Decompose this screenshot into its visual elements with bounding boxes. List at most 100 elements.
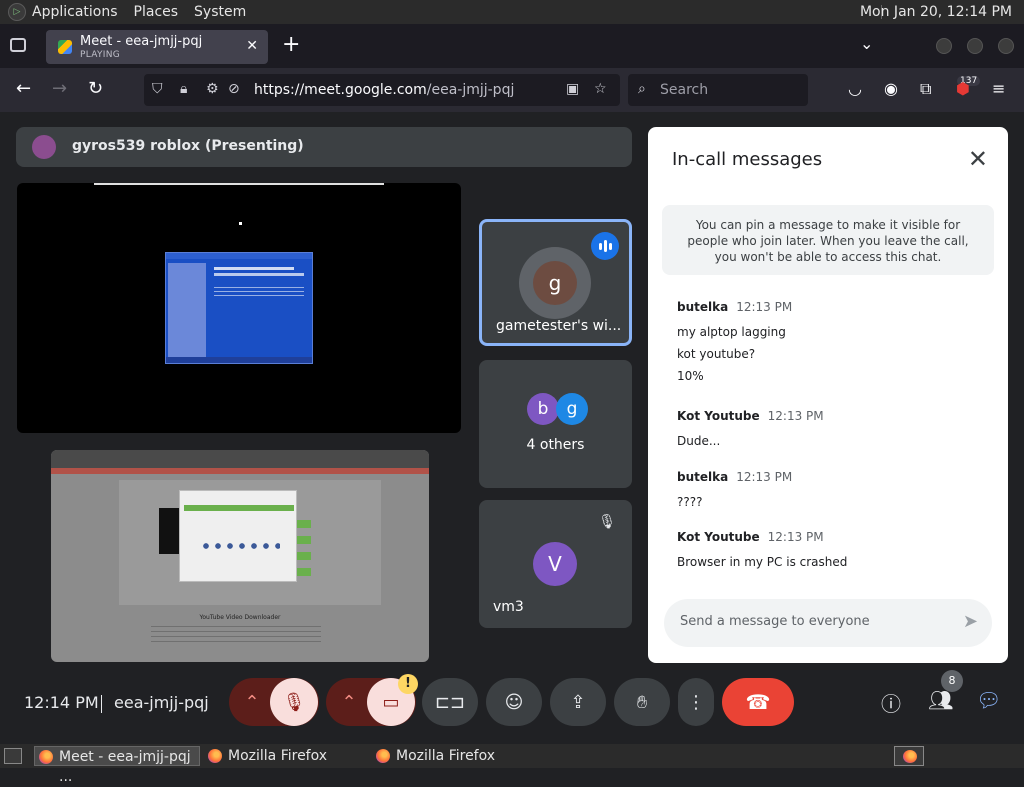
presenter-label: gyros539 roblox (Presenting) [72,138,304,154]
presenter-avatar [32,135,56,159]
message-sender: butelka [677,300,729,314]
present-screen-button[interactable]: ⇪ [550,678,606,726]
screen-line [94,183,384,185]
message-group: Kot Youtube 12:13 PM Dude... [677,405,824,448]
participant-name: gametester's wi... [496,318,622,334]
message-text: ???? [677,495,703,509]
search-placeholder: Search [660,82,709,98]
shared-page-caption: YouTube Video Downloader [199,614,281,621]
tab-title: Meet - eea-jmjj-pqj [80,34,203,49]
mic-options-chevron-icon[interactable]: ⌃ [229,678,275,726]
others-count-label: 4 others [526,437,585,453]
message-group: Kot Youtube 12:13 PM Browser in my PC is … [677,526,847,569]
audio-level-icon [591,232,619,260]
forward-icon[interactable]: → [52,78,67,99]
tab-close-icon[interactable]: ✕ [246,38,258,54]
mic-off-button[interactable]: 🎙︎ [270,678,318,726]
distro-logo-icon[interactable]: ▷ [8,3,26,21]
participant-avatar: g [533,261,577,305]
firefox-icon [39,750,53,764]
downloader-dialog-thumbnail [179,490,297,582]
presentation-screen[interactable] [17,183,461,433]
workspace-switcher[interactable] [894,746,924,766]
leave-call-button[interactable]: ☎︎ [722,678,794,726]
url-text[interactable]: https://meet.google.com/eea-jmjj-pqj [254,82,514,98]
participant-tile-gametester[interactable]: g gametester's wi... [479,219,632,346]
taskbar-item-meet[interactable]: Meet - eea-jmjj-pqj ... [34,746,200,785]
bookmark-star-icon[interactable]: ☆ [594,81,607,97]
chat-message-input[interactable]: Send a message to everyone ➤ [664,599,992,647]
cursor-dot [239,222,242,225]
menu-hamburger-icon[interactable]: ≡ [992,79,1005,98]
maximize-window-button[interactable] [967,38,983,54]
firefox-icon [376,749,390,763]
captions-button[interactable]: ⊏⊐ [422,678,478,726]
meeting-time: 12:14 PM [24,693,99,712]
message-sender: Kot Youtube [677,409,760,423]
message-text: 10% [677,369,704,383]
chat-icon[interactable]: 💬︎ [976,688,1001,712]
taskbar-item-firefox[interactable]: Mozilla Firefox [204,746,368,766]
tab-meet[interactable]: Meet - eea-jmjj-pqj PLAYING ✕ [46,30,268,64]
account-icon[interactable]: ◉ [884,79,898,98]
mic-off-icon: 🎙︎ [598,514,616,530]
panel-clock[interactable]: Mon Jan 20, 12:14 PM [860,4,1012,20]
reload-icon[interactable]: ↻ [88,78,103,99]
camera-options-chevron-icon[interactable]: ⌃ [326,678,372,726]
participant-avatar: V [533,542,577,586]
firefox-icon [903,750,917,763]
url-bar[interactable]: ⛉ 🔒︎ ⚙ ⊘ https://meet.google.com/eea-jmj… [144,74,620,106]
reader-view-icon[interactable]: ▣ [566,81,579,97]
participant-name: vm3 [493,599,524,615]
autoplay-blocked-icon[interactable]: ⊘ [228,81,240,97]
camera-warning-icon: ! [398,674,418,694]
more-options-button[interactable]: ⋮ [678,678,714,726]
back-icon[interactable]: ← [16,78,31,99]
presenter-banner: gyros539 roblox (Presenting) [16,127,632,167]
second-presentation-tile[interactable]: YouTube Video Downloader [51,450,429,662]
firefox-view-icon[interactable] [10,38,26,52]
firefox-icon [208,749,222,763]
list-all-tabs-icon[interactable]: ⌄ [860,34,873,53]
taskbar-item-firefox[interactable]: Mozilla Firefox [372,746,536,766]
message-time: 12:13 PM [767,409,824,423]
ublock-icon[interactable]: ⬢ [956,79,970,98]
message-group: butelka 12:13 PM ???? [677,466,792,509]
message-sender: butelka [677,470,729,484]
new-tab-icon[interactable]: + [282,32,300,57]
chat-panel: In-call messages ✕ You can pin a message… [648,127,1008,663]
message-time: 12:13 PM [736,300,793,314]
close-window-button[interactable] [998,38,1014,54]
message-sender: Kot Youtube [677,530,760,544]
participant-tile-others[interactable]: b g 4 others [479,360,632,488]
pin-info-note: You can pin a message to make it visible… [662,205,994,275]
chat-title: In-call messages [672,149,823,170]
nav-bar: ← → ↻ ⛉ 🔒︎ ⚙ ⊘ https://meet.google.com/e… [0,68,1024,112]
time-divider [101,695,102,713]
permissions-icon[interactable]: ⚙ [206,81,219,97]
lock-icon[interactable]: 🔒︎ [180,81,187,97]
system-menu[interactable]: System [194,4,246,20]
close-chat-icon[interactable]: ✕ [968,145,988,173]
meeting-info-icon[interactable]: ⓘ [881,688,901,717]
participant-tile-vm3[interactable]: 🎙︎ V vm3 [479,500,632,628]
message-text: my alptop lagging [677,325,786,339]
message-text: kot youtube? [677,347,756,361]
applications-menu[interactable]: Applications [32,4,118,20]
send-icon[interactable]: ➤ [963,611,978,632]
call-controls: 12:14 PM eea-jmjj-pqj ⌃ 🎙︎ ⌃ ▭ ! ⊏⊐ ☺ ⇪ … [0,670,1024,734]
participant-avatar-b: b [527,393,559,425]
installer-window-thumbnail [165,252,313,364]
emoji-reaction-button[interactable]: ☺ [486,678,542,726]
extensions-icon[interactable]: ⧉ [920,79,931,99]
minimize-window-button[interactable] [936,38,952,54]
pocket-icon[interactable]: ◡ [848,79,862,98]
places-menu[interactable]: Places [134,4,179,20]
search-bar[interactable]: ⌕ Search [628,74,808,106]
tab-playing-status[interactable]: PLAYING [80,50,120,60]
raise-hand-button[interactable]: ✋︎ [614,678,670,726]
meeting-code: eea-jmjj-pqj [114,693,209,712]
show-desktop-icon[interactable] [4,748,22,764]
meet-stage: gyros539 roblox (Presenting) YouTube Vid… [0,112,1024,744]
tracking-shield-icon[interactable]: ⛉ [152,81,163,97]
